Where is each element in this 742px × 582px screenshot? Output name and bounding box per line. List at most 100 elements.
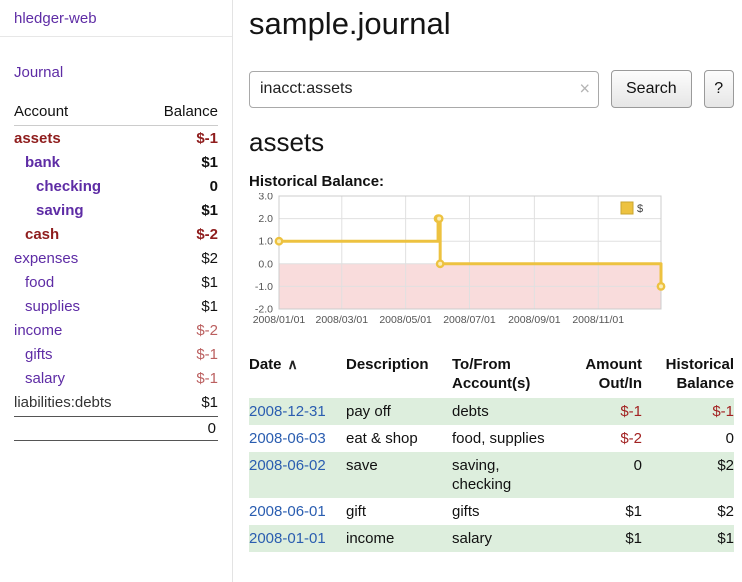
sidebar-account-balance: $-1 <box>196 346 218 363</box>
sidebar-account-link[interactable]: food <box>14 274 54 291</box>
sidebar-account-link[interactable]: bank <box>14 154 60 171</box>
accounts-table-header: Account Balance <box>14 103 218 126</box>
svg-text:2.0: 2.0 <box>258 213 273 225</box>
sidebar-account-balance: $1 <box>201 274 218 291</box>
transaction-date-link[interactable]: 2008-01-01 <box>249 530 326 547</box>
accounts-header-balance: Balance <box>164 103 218 120</box>
transaction-balance: $1 <box>642 525 734 552</box>
svg-text:0.0: 0.0 <box>258 258 273 270</box>
sidebar-account-row: cash $-2 <box>14 222 218 246</box>
transaction-amount: $1 <box>557 498 642 525</box>
transaction-description: save <box>346 452 452 498</box>
sidebar-account-balance: $1 <box>201 394 218 411</box>
register-table: Date∧ Description To/From Account(s) Amo… <box>249 355 734 552</box>
transaction-date-link[interactable]: 2008-06-03 <box>249 430 326 447</box>
sidebar-account-balance: $-1 <box>196 370 218 387</box>
transaction-balance: $2 <box>642 498 734 525</box>
sidebar-account-row: liabilities:debts $1 <box>14 390 218 414</box>
sidebar-account-link[interactable]: gifts <box>14 346 53 363</box>
sidebar-account-row: food $1 <box>14 270 218 294</box>
transaction-accounts: food, supplies <box>452 425 557 452</box>
sidebar-account-link[interactable]: supplies <box>14 298 80 315</box>
sidebar-account-balance: $-1 <box>196 130 218 147</box>
sidebar-account-row: assets $-1 <box>14 126 218 150</box>
transaction-accounts: salary <box>452 525 557 552</box>
transaction-amount: $-2 <box>557 425 642 452</box>
register-row: 2008-06-03 eat & shopfood, supplies$-20 <box>249 425 734 452</box>
sidebar-account-row: bank$1 <box>14 150 218 174</box>
sidebar-account-link[interactable]: cash <box>14 226 59 243</box>
app-root: hledger-web Journal Account Balance asse… <box>0 0 742 582</box>
search-box: × <box>249 71 599 108</box>
sidebar: hledger-web Journal Account Balance asse… <box>0 0 233 582</box>
sidebar-nav: Journal <box>14 64 218 81</box>
transaction-description: pay off <box>346 398 452 425</box>
transaction-description: income <box>346 525 452 552</box>
register-header-balance: Historical Balance <box>642 355 734 393</box>
sidebar-account-link[interactable]: assets <box>14 130 61 147</box>
accounts-total-value: 0 <box>208 420 216 437</box>
transaction-balance: 0 <box>642 425 734 452</box>
transaction-date-link[interactable]: 2008-12-31 <box>249 403 326 420</box>
register-header-date: Date ∧ <box>249 355 346 393</box>
transaction-balance: $2 <box>642 452 734 498</box>
account-title: assets <box>249 127 735 158</box>
sidebar-account-link[interactable]: expenses <box>14 250 78 267</box>
sidebar-account-row: supplies $1 <box>14 294 218 318</box>
svg-text:2008/09/01: 2008/09/01 <box>508 314 561 326</box>
sidebar-account-balance: $1 <box>201 298 218 315</box>
sidebar-account-row: saving$1 <box>14 198 218 222</box>
transaction-description: gift <box>346 498 452 525</box>
sidebar-account-balance: 0 <box>210 178 218 195</box>
transaction-accounts: saving, checking <box>452 452 557 498</box>
sidebar-account-link[interactable]: income <box>14 322 62 339</box>
transaction-date-link[interactable]: 2008-06-01 <box>249 503 326 520</box>
date-sort-label[interactable]: Date <box>249 356 282 373</box>
transaction-amount: $-1 <box>557 398 642 425</box>
register-header-account: To/From Account(s) <box>452 355 557 393</box>
transaction-amount: $1 <box>557 525 642 552</box>
search-button[interactable]: Search <box>611 70 692 108</box>
accounts-total-row: 0 <box>14 416 218 441</box>
sort-ascending-icon: ∧ <box>288 356 298 372</box>
sidebar-account-balance: $2 <box>201 250 218 267</box>
sidebar-account-balance: $-2 <box>196 226 218 243</box>
app-title-link[interactable]: hledger-web <box>14 10 97 27</box>
sidebar-account-row: salary $-1 <box>14 366 218 390</box>
help-button[interactable]: ? <box>704 70 734 108</box>
transaction-amount: 0 <box>557 452 642 498</box>
balance-chart-svg: 3.02.01.00.0-1.0-2.02008/01/012008/03/01… <box>249 193 667 329</box>
svg-text:2008/11/01: 2008/11/01 <box>572 314 624 326</box>
sidebar-account-link[interactable]: checking <box>14 178 101 195</box>
clear-search-icon[interactable]: × <box>579 80 590 98</box>
search-input[interactable] <box>249 71 599 108</box>
search-bar: × Search ? <box>249 70 735 108</box>
transaction-date-link[interactable]: 2008-06-02 <box>249 457 326 474</box>
transaction-accounts: gifts <box>452 498 557 525</box>
svg-text:$: $ <box>637 203 643 215</box>
svg-text:1.0: 1.0 <box>258 236 273 248</box>
register-row: 2008-06-01 giftgifts$1$2 <box>249 498 734 525</box>
sidebar-account-balance: $-2 <box>196 322 218 339</box>
svg-text:-1.0: -1.0 <box>255 281 273 293</box>
main-content: sample.journal × Search ? assets Histori… <box>233 0 742 582</box>
sidebar-account-link[interactable]: liabilities:debts <box>14 394 112 411</box>
register-header-description: Description <box>346 355 452 393</box>
sidebar-item-journal[interactable]: Journal <box>14 64 63 81</box>
chart-title: Historical Balance: <box>249 173 735 190</box>
svg-text:3.0: 3.0 <box>258 193 273 203</box>
svg-text:2008/07/01: 2008/07/01 <box>443 314 496 326</box>
svg-text:2008/01/01: 2008/01/01 <box>253 314 306 326</box>
sidebar-account-link[interactable]: salary <box>14 370 65 387</box>
transaction-description: eat & shop <box>346 425 452 452</box>
app-header: hledger-web <box>0 0 232 37</box>
sidebar-account-row: gifts $-1 <box>14 342 218 366</box>
sidebar-account-row: expenses $2 <box>14 246 218 270</box>
accounts-panel: Account Balance assets$-1bank$1checking0… <box>14 103 218 441</box>
register-row: 2008-01-01incomesalary$1$1 <box>249 525 734 552</box>
transaction-accounts: debts <box>452 398 557 425</box>
accounts-header-account: Account <box>14 103 68 120</box>
sidebar-account-link[interactable]: saving <box>14 202 84 219</box>
register-row: 2008-12-31pay offdebts$-1$-1 <box>249 398 734 425</box>
page-title: sample.journal <box>249 6 735 42</box>
